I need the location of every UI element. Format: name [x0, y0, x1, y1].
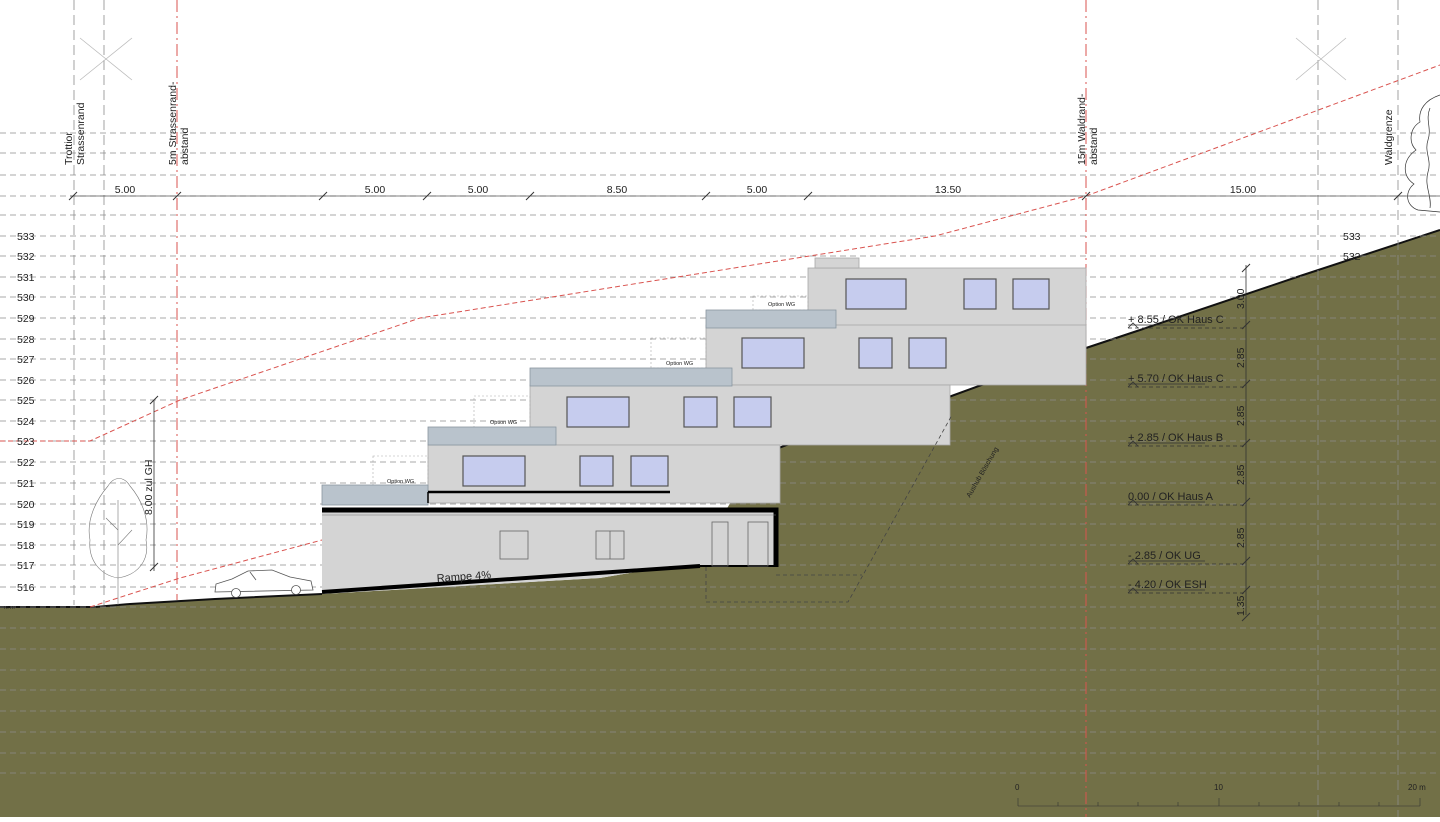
- elevation-label: 520: [17, 499, 35, 511]
- window: [630, 455, 669, 487]
- elevation-label: 517: [17, 560, 35, 572]
- right-elevation-532: 532: [1343, 251, 1361, 263]
- level-label: + 8.55 / OK Haus C: [1128, 314, 1224, 326]
- elevation-label: 523: [17, 436, 35, 448]
- dimension-label: 5.00: [747, 184, 768, 196]
- elevation-label: 521: [17, 478, 35, 490]
- x-marker-left: [79, 37, 133, 81]
- scale-label-0: 0: [1015, 783, 1020, 792]
- label-trottoir: Trottior: [63, 132, 75, 165]
- elevation-label: 519: [17, 519, 35, 531]
- level-label: 0.00 / OK Haus A: [1128, 491, 1214, 503]
- elevation-label: 531: [17, 272, 35, 284]
- forest-tree-icon: [1404, 94, 1440, 213]
- level-label: - 2.85 / OK UG: [1128, 550, 1201, 562]
- height-limit-label: 8.00 zul GH: [143, 460, 155, 515]
- label-strassen-abstand: 5m Strassenrand-: [167, 81, 179, 165]
- elevation-label: 522: [17, 457, 35, 469]
- dimension-label: 5.00: [115, 184, 136, 196]
- dimension-label: 5.00: [365, 184, 386, 196]
- right-elevation-533: 533: [1343, 231, 1361, 243]
- terrace-a: [427, 426, 557, 446]
- section-svg: 5.00 5.00 5.00 8.50 5.00 13.50 15.00 533 532 531…: [0, 0, 1440, 817]
- level-dimension-label: 3.00: [1235, 288, 1247, 309]
- elevation-label: 528: [17, 334, 35, 346]
- roof-element: [814, 257, 860, 269]
- elevation-label: 527: [17, 354, 35, 366]
- label-waldrand: 15m Waldrand-: [1076, 93, 1088, 165]
- level-dimension-label: 1.35: [1235, 595, 1247, 616]
- dimension-label: 8.50: [607, 184, 628, 196]
- window: [579, 455, 614, 487]
- window: [1012, 278, 1050, 310]
- elevation-label: 524: [17, 416, 35, 428]
- window: [741, 337, 805, 369]
- option-wg-label: Option WG: [666, 361, 693, 367]
- level-label: + 5.70 / OK Haus C: [1128, 373, 1224, 385]
- window: [845, 278, 907, 310]
- scale-label-10: 10: [1214, 783, 1223, 792]
- terrace-ug: [321, 484, 429, 506]
- window: [683, 396, 718, 428]
- dimension-label: 15.00: [1230, 184, 1256, 196]
- window: [566, 396, 630, 428]
- tree-icon: [88, 478, 148, 605]
- terrace-b: [529, 367, 733, 387]
- terrace-c: [705, 309, 837, 329]
- elevation-label: 525: [17, 395, 35, 407]
- elevation-label: 530: [17, 292, 35, 304]
- level-dimension-label: 2.85: [1235, 527, 1247, 548]
- option-wg-label: Option WG: [768, 302, 795, 308]
- elevation-label: 518: [17, 540, 35, 552]
- dimension-label: 13.50: [935, 184, 961, 196]
- elevation-label: 516: [17, 582, 35, 594]
- window: [908, 337, 947, 369]
- level-label: - 4.20 / OK ESH: [1128, 579, 1207, 591]
- option-wg-label: Option WG: [387, 479, 414, 485]
- label-waldrand-2: abstand: [1088, 127, 1100, 165]
- elevation-labels: 533 532 531 530 529 528 527 526 525 524 523 522 521 5…: [17, 231, 35, 594]
- misc-ground-mark: m m: [4, 605, 15, 611]
- level-dimension-label: 2.85: [1235, 347, 1247, 368]
- label-strassen-abstand-2: abstand: [179, 127, 191, 165]
- car-icon: [214, 569, 314, 598]
- elevation-label: 529: [17, 313, 35, 325]
- window: [462, 455, 526, 487]
- option-wg-label: Option WG: [490, 420, 517, 426]
- label-waldgrenze: Waldgrenze: [1383, 109, 1395, 165]
- dimension-labels: 5.00 5.00 5.00 8.50 5.00 13.50 15.00: [115, 184, 1257, 196]
- level-dimension-label: 2.85: [1235, 464, 1247, 485]
- elevation-label: 533: [17, 231, 35, 243]
- window: [858, 337, 893, 369]
- level-label: + 2.85 / OK Haus B: [1128, 432, 1223, 444]
- section-drawing: 5.00 5.00 5.00 8.50 5.00 13.50 15.00 533 532 531…: [0, 0, 1440, 817]
- elevation-label: 532: [17, 251, 35, 263]
- window: [733, 396, 772, 428]
- scale-label-20: 20 m: [1408, 783, 1426, 792]
- label-strassenrand: Strassenrand: [75, 102, 87, 165]
- dimension-label: 5.00: [468, 184, 489, 196]
- level-dimension-label: 2.85: [1235, 405, 1247, 426]
- x-marker-right: [1295, 37, 1347, 81]
- window: [963, 278, 997, 310]
- elevation-label: 526: [17, 375, 35, 387]
